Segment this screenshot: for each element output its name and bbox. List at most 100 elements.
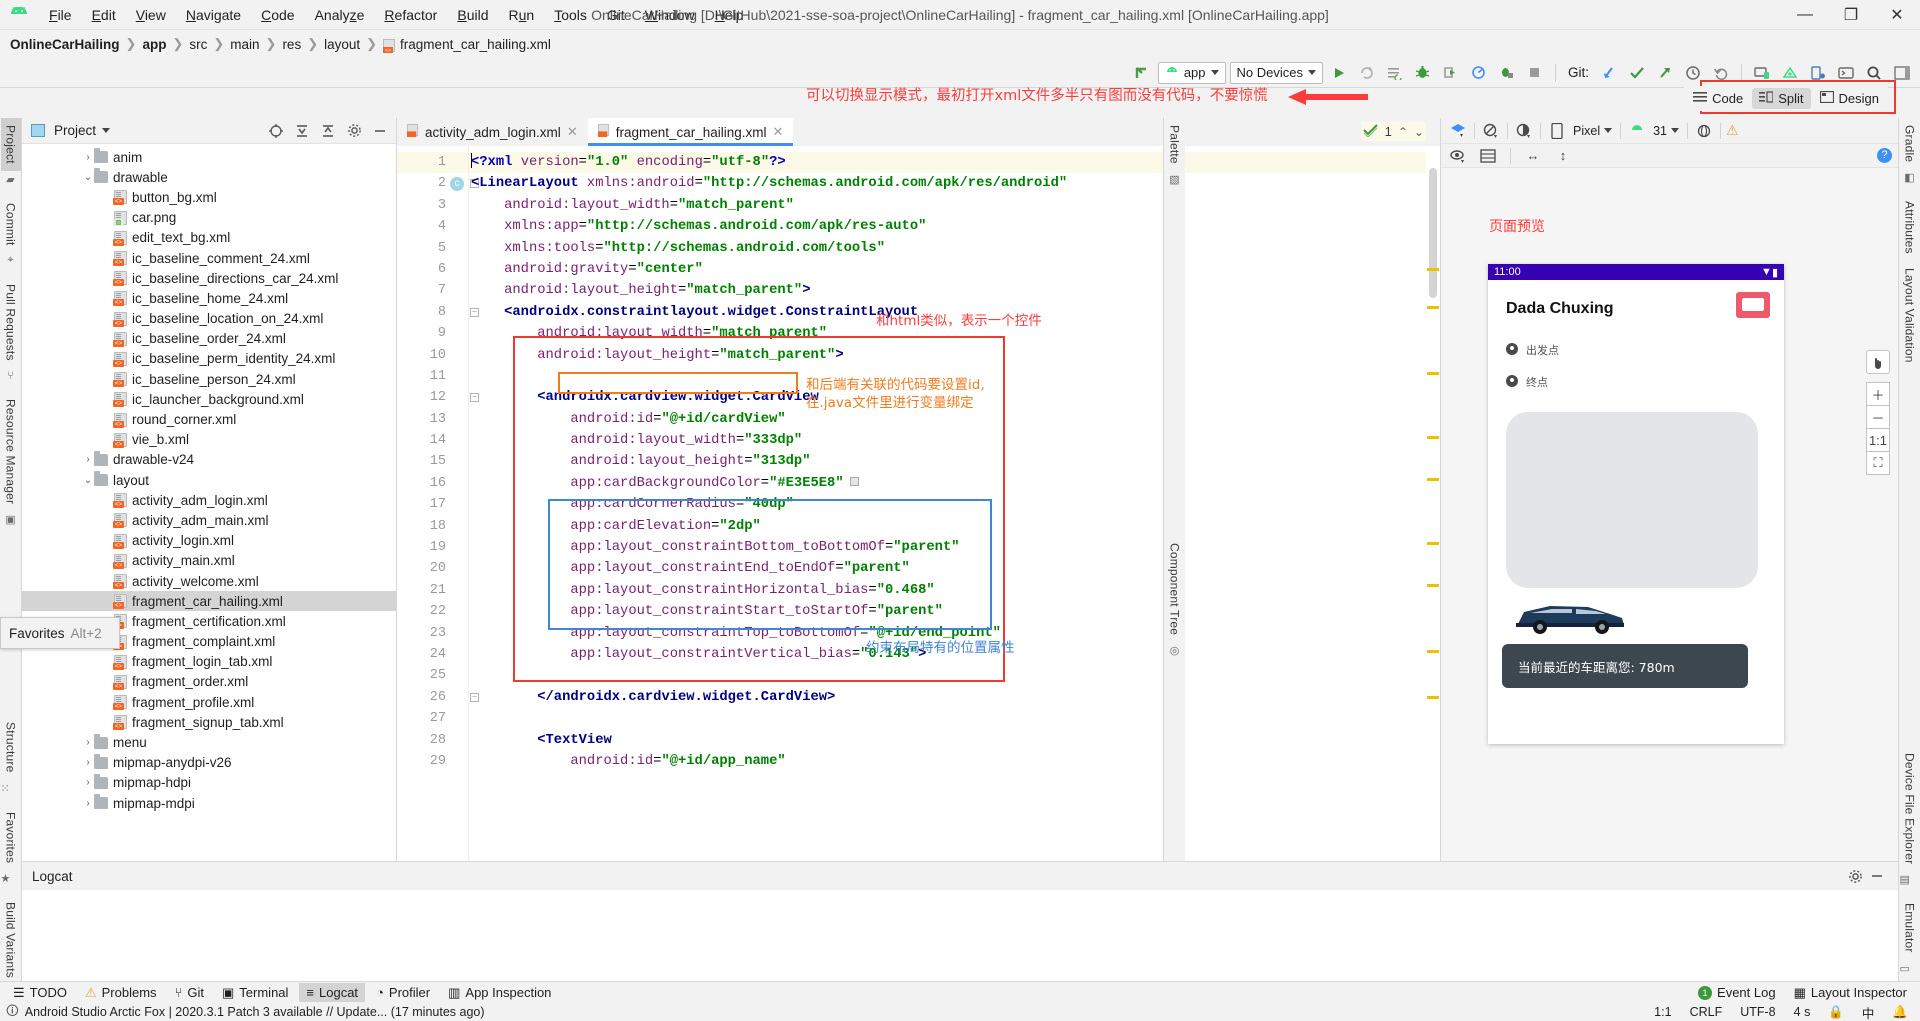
tool-window-event-log[interactable]: 1 Event Log <box>1691 983 1783 1002</box>
rail-item-structure[interactable]: Structure <box>1 715 21 780</box>
menu-item-analyze[interactable]: Analyze <box>306 4 374 26</box>
zoom-to-fit-button[interactable]: ⛶ <box>1866 451 1890 475</box>
tree-node[interactable]: <> ic_baseline_directions_car_24.xml <box>22 268 396 288</box>
file-encoding[interactable]: UTF-8 <box>1734 1005 1781 1019</box>
menu-item-refactor[interactable]: Refactor <box>375 4 446 26</box>
device-preview[interactable]: 11:00 ▼ ▮ Dada Chuxing 出发点 终点 当前最近的车距离您:… <box>1488 264 1784 744</box>
code-line[interactable]: android:layout_height="313dp" <box>469 451 1440 472</box>
class-marker-icon[interactable]: c <box>450 177 464 192</box>
editor-tab-fragment-car-hailing[interactable]: fragment_car_hailing.xml ✕ <box>587 118 794 146</box>
tree-node[interactable]: <> vie_b.xml <box>22 430 396 450</box>
chevron-down-icon[interactable]: ⌄ <box>82 475 94 486</box>
code-line[interactable]: android:id="@+id/cardView" <box>469 409 1440 430</box>
line-separator[interactable]: CRLF <box>1684 1005 1729 1019</box>
tree-node[interactable]: ⌄ drawable <box>22 167 396 187</box>
design-canvas[interactable]: 页面预览 11:00 ▼ ▮ Dada Chuxing 出发点 终点 当前最近的… <box>1441 168 1898 861</box>
caret-position[interactable]: 1:1 <box>1648 1005 1677 1019</box>
tree-node[interactable]: › mipmap-hdpi <box>22 773 396 793</box>
menu-item-build[interactable]: Build <box>448 4 497 26</box>
device-selector[interactable]: No Devices <box>1229 61 1323 84</box>
previous-problem-icon[interactable]: ⌃ <box>1398 125 1408 139</box>
horizontal-guides-icon[interactable]: ↔ <box>1522 146 1544 166</box>
tree-node[interactable]: <> ic_baseline_location_on_24.xml <box>22 309 396 329</box>
chevron-right-icon[interactable]: › <box>82 454 94 465</box>
tree-node[interactable]: <> ic_baseline_perm_identity_24.xml <box>22 349 396 369</box>
git-push-icon[interactable] <box>1653 61 1677 85</box>
component-tree-label[interactable]: Component Tree <box>1165 536 1185 642</box>
menu-item-git[interactable]: Git <box>598 4 634 26</box>
code-content[interactable]: <?xml version="1.0" encoding="utf-8"?> <L… <box>469 146 1440 861</box>
expand-all-icon[interactable] <box>292 121 312 141</box>
rail-item-emulator[interactable]: Emulator <box>1900 896 1920 960</box>
minimize-button[interactable]: — <box>1782 0 1828 30</box>
status-message[interactable]: Android Studio Arctic Fox | 2020.3.1 Pat… <box>25 1005 485 1019</box>
tree-node[interactable]: <> activity_adm_login.xml <box>22 490 396 510</box>
tree-node[interactable]: <> fragment_profile.xml <box>22 692 396 712</box>
menu-item-tools[interactable]: Tools <box>545 4 596 26</box>
design-surface-icon[interactable] <box>1447 121 1469 141</box>
breadcrumb-item-5[interactable]: layout <box>324 37 360 52</box>
menu-item-window[interactable]: Window <box>636 4 704 26</box>
next-problem-icon[interactable]: ⌄ <box>1414 125 1424 139</box>
code-line[interactable]: android:layout_width="333dp" <box>469 430 1440 451</box>
code-line[interactable]: app:layout_constraintStart_toStartOf="pa… <box>469 601 1440 622</box>
tree-node[interactable]: <> fragment_car_hailing.xml <box>22 591 396 612</box>
rail-item-build-variants[interactable]: Build Variants <box>1 895 21 985</box>
run-button[interactable] <box>1327 61 1351 85</box>
close-tab-icon[interactable]: ✕ <box>567 124 578 140</box>
debug-icon[interactable] <box>1411 61 1435 85</box>
breadcrumb-item-3[interactable]: main <box>230 37 259 52</box>
rail-item-gradle[interactable]: Gradle <box>1900 118 1920 169</box>
chevron-down-icon[interactable] <box>102 128 111 133</box>
rail-item-resource-manager[interactable]: Resource Manager <box>1 392 21 511</box>
settings-gear-icon[interactable] <box>1844 865 1866 887</box>
code-line[interactable]: app:layout_constraintEnd_toEndOf="parent… <box>469 558 1440 579</box>
rail-item-project[interactable]: Project <box>0 118 21 171</box>
editor-tab-activity-adm-login[interactable]: activity_adm_login.xml ✕ <box>397 118 588 146</box>
tree-node[interactable]: <> activity_login.xml <box>22 531 396 551</box>
chevron-down-icon[interactable]: ⌄ <box>82 172 94 183</box>
warning-icon[interactable]: ⚠ <box>1726 122 1739 139</box>
code-line[interactable] <box>469 665 1440 686</box>
vertical-guides-icon[interactable]: ↕ <box>1552 146 1574 166</box>
breadcrumb-item-1[interactable]: app <box>142 37 166 52</box>
code-line[interactable]: xmlns:app="http://schemas.android.com/ap… <box>469 216 1440 237</box>
device-selector-preview[interactable]: Pixel <box>1570 124 1615 138</box>
tree-node[interactable]: › mipmap-anydpi-v26 <box>22 753 396 773</box>
orientation-icon[interactable] <box>1480 121 1502 141</box>
code-line[interactable]: app:cardCornerRadius="40dp" <box>469 494 1440 515</box>
api-level-selector[interactable]: 31 <box>1650 124 1682 138</box>
profiler-icon[interactable] <box>1467 61 1491 85</box>
tool-window-profiler[interactable]: ◔ Profiler <box>369 983 437 1002</box>
chevron-right-icon[interactable]: › <box>82 152 94 163</box>
breadcrumb-item-2[interactable]: src <box>189 37 207 52</box>
locale-icon[interactable] <box>1693 121 1715 141</box>
tree-node[interactable]: <> activity_main.xml <box>22 551 396 571</box>
tree-node[interactable]: <> ic_baseline_order_24.xml <box>22 329 396 349</box>
input-language[interactable]: 中 <box>1856 1003 1881 1021</box>
maximize-button[interactable]: ❐ <box>1828 0 1874 30</box>
attach-debugger-icon[interactable] <box>1439 61 1463 85</box>
rail-item-favorites[interactable]: Favorites <box>1 805 21 870</box>
logcat-output[interactable] <box>22 890 1898 985</box>
inspection-widget[interactable]: 1 ⌃ ⌄ <box>1360 122 1426 141</box>
code-line[interactable]: <LinearLayout xmlns:android="http://sche… <box>469 173 1440 194</box>
tree-node[interactable]: <> edit_text_bg.xml <box>22 228 396 248</box>
rail-item-pull-requests[interactable]: Pull Requests <box>1 277 21 368</box>
visibility-eye-icon[interactable] <box>1447 146 1469 166</box>
pan-tool-icon[interactable] <box>1866 350 1890 374</box>
menu-item-view[interactable]: View <box>127 4 175 26</box>
tree-node[interactable]: <> round_corner.xml <box>22 409 396 429</box>
tree-node[interactable]: <> button_bg.xml <box>22 187 396 207</box>
close-button[interactable]: ✕ <box>1874 0 1920 30</box>
tool-window-git[interactable]: ⑂ Git <box>168 983 211 1002</box>
code-line[interactable]: app:cardBackgroundColor="#E3E5E8" <box>469 473 1440 494</box>
close-tab-icon[interactable]: ✕ <box>773 124 784 140</box>
menu-item-navigate[interactable]: Navigate <box>177 4 250 26</box>
tree-node[interactable]: <> fragment_order.xml <box>22 672 396 692</box>
tool-window-todo[interactable]: ☰ TODO <box>6 983 74 1003</box>
theme-icon[interactable] <box>1513 121 1535 141</box>
code-line[interactable]: android:id="@+id/app_name" <box>469 751 1440 772</box>
code-line[interactable]: app:layout_constraintBottom_toBottomOf="… <box>469 537 1440 558</box>
code-line[interactable] <box>469 708 1440 729</box>
